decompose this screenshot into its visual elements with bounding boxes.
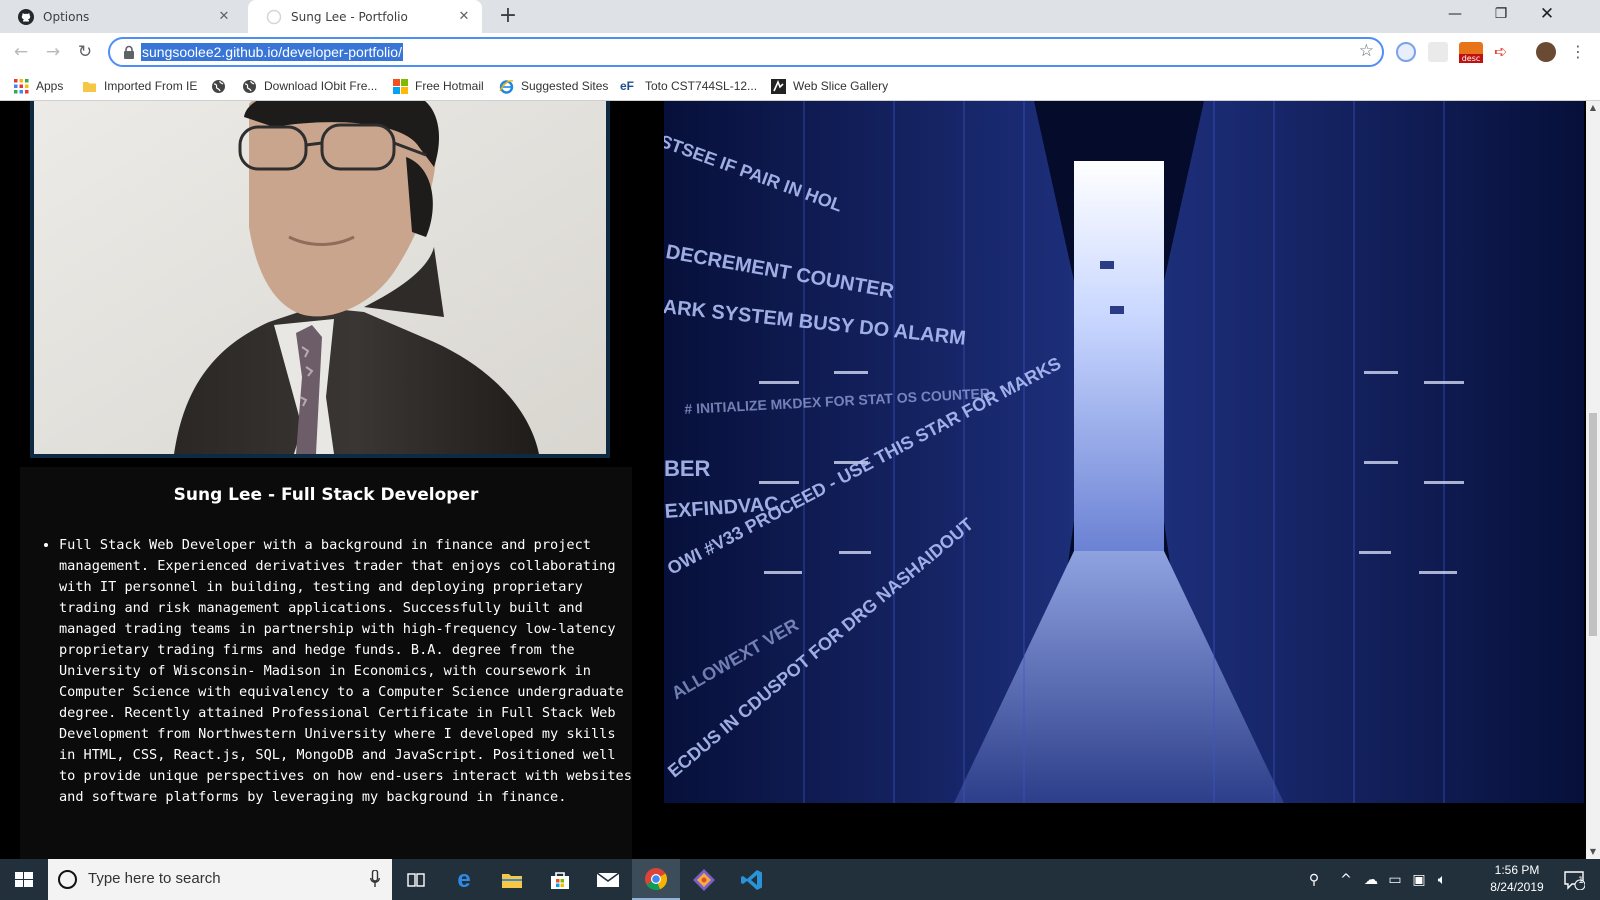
- bookmark-label: Free Hotmail: [415, 79, 484, 93]
- reload-button[interactable]: ↻: [72, 39, 98, 65]
- bookmark-label: Suggested Sites: [521, 79, 609, 93]
- battery-icon[interactable]: ▭: [1384, 859, 1406, 900]
- new-tab-button[interactable]: +: [496, 5, 520, 29]
- page-viewport: Sung Lee - Full Stack Developer Full Sta…: [0, 101, 1586, 859]
- bookmark-toto[interactable]: eF Toto CST744SL-12...: [620, 77, 757, 95]
- ef-icon: eF: [620, 78, 635, 93]
- mail-icon[interactable]: [584, 859, 632, 900]
- bookmark-globe[interactable]: [211, 77, 233, 95]
- cloud-icon[interactable]: ☁: [1360, 859, 1382, 900]
- bio-list: Full Stack Web Developer with a backgrou…: [44, 535, 632, 808]
- bookmark-label: Download IObit Fre...: [264, 79, 378, 93]
- ie-icon: [499, 79, 514, 94]
- scroll-up-arrow-icon[interactable]: ▲: [1586, 101, 1600, 115]
- github-icon: [18, 8, 34, 25]
- bookmark-web-slice-gallery[interactable]: Web Slice Gallery: [771, 77, 888, 95]
- tab-title: Options: [43, 9, 90, 24]
- system-clock[interactable]: 1:56 PM 8/24/2019: [1482, 862, 1552, 896]
- folder-icon: [83, 81, 96, 92]
- volume-icon[interactable]: 🔈︎: [1430, 859, 1454, 900]
- close-window-button[interactable]: ✕: [1524, 0, 1570, 30]
- lock-icon: [124, 45, 134, 59]
- server-room-image: STSEE IF PAIR IN HOL DECREMENT COUNTER A…: [664, 101, 1584, 803]
- action-center-icon[interactable]: 1: [1556, 859, 1592, 900]
- card-title: Sung Lee - Full Stack Developer: [173, 485, 479, 505]
- file-explorer-icon[interactable]: [488, 859, 536, 900]
- tab-strip: Options ✕ Sung Lee - Portfolio ✕ + — ❐ ✕: [0, 0, 1600, 33]
- url-text[interactable]: sungsoolee2.github.io/developer-portfoli…: [141, 43, 403, 61]
- overlay-line: ARK SYSTEM BUSY DO ALARM: [664, 296, 967, 350]
- web-slice-icon: [771, 78, 786, 94]
- microphone-icon[interactable]: [370, 870, 380, 888]
- page-scrollbar[interactable]: ▲ ▼: [1586, 101, 1600, 859]
- bookmark-download-iobit[interactable]: Download IObit Fre...: [242, 77, 377, 95]
- network-icon[interactable]: ▣: [1408, 859, 1430, 900]
- hero-overlay-text: STSEE IF PAIR IN HOL DECREMENT COUNTER A…: [664, 101, 1584, 803]
- profile-avatar[interactable]: [1536, 42, 1556, 62]
- overlay-line: BER: [664, 456, 711, 481]
- scrollbar-thumb[interactable]: [1589, 413, 1597, 636]
- apps-grid-icon: [14, 78, 29, 93]
- windows-logo-icon: [393, 78, 408, 94]
- globe-icon: [243, 79, 256, 93]
- close-tab-icon[interactable]: ✕: [216, 9, 232, 25]
- globe-icon: [266, 9, 282, 24]
- forward-button[interactable]: →: [40, 39, 66, 65]
- close-tab-icon[interactable]: ✕: [456, 9, 472, 25]
- overlay-line: OWI #V33 PROCEED - USE THIS STAR FOR MAR…: [664, 353, 1065, 579]
- address-bar[interactable]: sungsoolee2.github.io/developer-portfoli…: [108, 37, 1384, 67]
- menu-icon[interactable]: ⋮: [1568, 42, 1588, 62]
- edge-browser-icon[interactable]: e: [440, 859, 488, 900]
- globe-icon: [212, 79, 225, 93]
- bookmark-apps[interactable]: Apps: [14, 77, 63, 95]
- overlay-line: STSEE IF PAIR IN HOL: [664, 131, 846, 216]
- overlay-line: DECREMENT COUNTER: [664, 241, 896, 303]
- profile-photo: [30, 101, 610, 458]
- start-button[interactable]: [0, 859, 48, 900]
- minimize-button[interactable]: —: [1432, 0, 1478, 30]
- bookmark-star-icon[interactable]: ☆: [1359, 41, 1374, 61]
- taskbar-search[interactable]: Type here to search: [48, 859, 392, 900]
- task-view-icon[interactable]: [392, 859, 440, 900]
- bookmark-free-hotmail[interactable]: Free Hotmail: [393, 77, 484, 95]
- windows-taskbar: Type here to search e ⚲ ^ ☁ ▭ ▣ 🔈︎ 1:56 …: [0, 859, 1600, 900]
- bookmarks-bar: Apps Imported From IE Download IObit Fre…: [0, 70, 1600, 101]
- chrome-taskbar-icon[interactable]: [632, 859, 680, 900]
- people-icon[interactable]: ⚲: [1300, 859, 1328, 900]
- extension-grid-icon[interactable]: [1428, 42, 1448, 62]
- git-kraken-icon[interactable]: [680, 859, 728, 900]
- tab-portfolio[interactable]: Sung Lee - Portfolio ✕: [248, 0, 482, 33]
- bio-text: Full Stack Web Developer with a backgrou…: [59, 535, 632, 808]
- bookmark-label: Apps: [36, 79, 64, 93]
- store-icon[interactable]: [536, 859, 584, 900]
- windows-start-icon: [15, 872, 33, 887]
- bookmark-label: Imported From IE: [104, 79, 198, 93]
- bookmark-label: Toto CST744SL-12...: [645, 79, 758, 93]
- portrait-image: [34, 101, 606, 454]
- bio-card: Sung Lee - Full Stack Developer Full Sta…: [20, 467, 632, 859]
- bookmark-label: Web Slice Gallery: [793, 79, 889, 93]
- maximize-button[interactable]: ❐: [1478, 0, 1524, 30]
- back-button[interactable]: ←: [8, 39, 34, 65]
- scroll-down-arrow-icon[interactable]: ▼: [1586, 845, 1600, 859]
- extension-circle-icon[interactable]: [1396, 42, 1416, 62]
- bookmark-imported-from-ie[interactable]: Imported From IE: [82, 77, 197, 95]
- show-hidden-icons-chevron-icon[interactable]: ^: [1336, 859, 1356, 900]
- notification-count: 1: [1578, 876, 1584, 886]
- search-placeholder: Type here to search: [88, 870, 221, 887]
- tab-options[interactable]: Options ✕: [0, 0, 242, 33]
- cortana-icon: [58, 870, 77, 889]
- clock-date: 8/24/2019: [1490, 880, 1544, 894]
- bookmark-suggested-sites[interactable]: Suggested Sites: [499, 77, 608, 95]
- tab-title: Sung Lee - Portfolio: [291, 9, 408, 24]
- clock-time: 1:56 PM: [1494, 863, 1540, 877]
- extension-badge: desc: [1459, 54, 1483, 63]
- vscode-icon[interactable]: [728, 859, 776, 900]
- extension-desc-icon[interactable]: desc: [1459, 42, 1483, 63]
- extension-arrow-icon[interactable]: ➪: [1494, 42, 1514, 62]
- browser-toolbar: ← → ↻ sungsoolee2.github.io/developer-po…: [0, 33, 1600, 70]
